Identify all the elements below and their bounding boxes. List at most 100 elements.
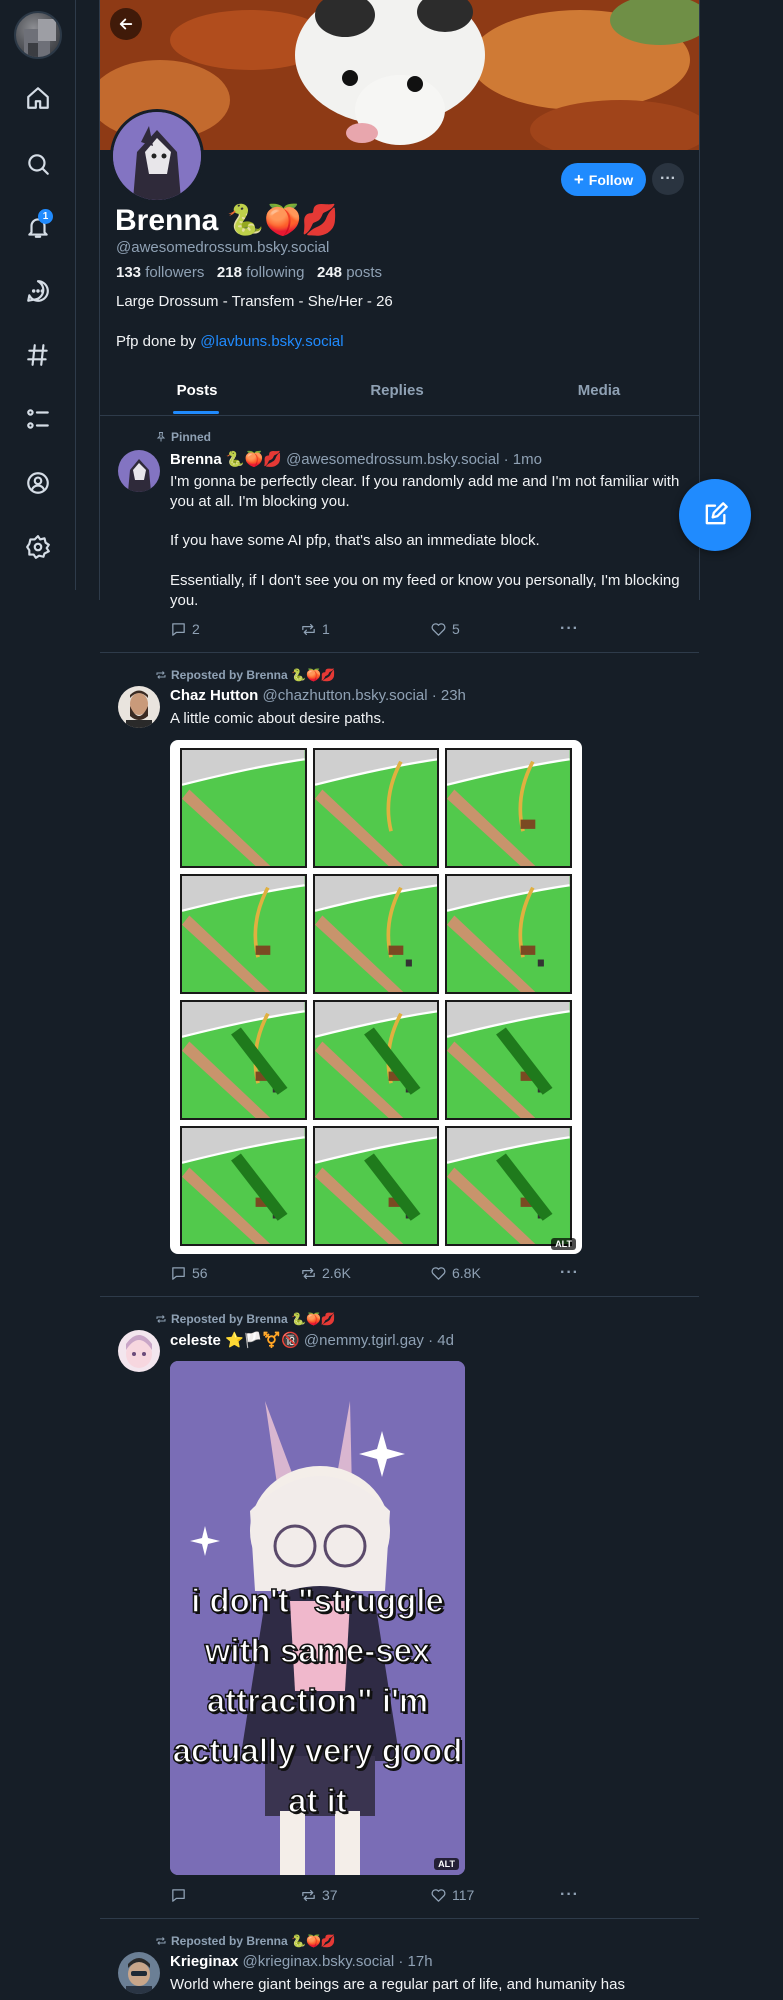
reply-button[interactable]: [170, 1886, 300, 1904]
compose-post-button[interactable]: [679, 479, 751, 551]
post-timestamp[interactable]: · 1mo: [504, 451, 542, 468]
nav-divider: [75, 0, 76, 590]
avatar-image: [118, 1952, 160, 1994]
post-more-button[interactable]: ···: [560, 1264, 600, 1282]
avatar-image: [118, 450, 160, 492]
post-more-button[interactable]: ···: [560, 620, 600, 638]
post-author-handle[interactable]: @awesomedrossum.bsky.social: [286, 451, 499, 468]
post-text: World where giant beings are a regular p…: [170, 1976, 625, 1993]
post-author-handle[interactable]: @chazhutton.bsky.social: [263, 687, 428, 704]
post-timestamp[interactable]: · 17h: [398, 1953, 432, 1970]
search-icon[interactable]: [22, 148, 54, 180]
followers-stat[interactable]: 133 followers: [116, 264, 204, 281]
post-author-name[interactable]: celeste ⭐🏳️⚧️🔞: [170, 1332, 300, 1349]
comic-panel: [445, 874, 572, 994]
post-timestamp[interactable]: · 4d: [428, 1332, 454, 1349]
post-author-handle[interactable]: @nemmy.tgirl.gay: [304, 1332, 424, 1349]
profile-handle: @awesomedrossum.bsky.social: [116, 239, 330, 256]
post-image-comic[interactable]: ALT: [170, 740, 582, 1254]
like-button[interactable]: 6.8K: [430, 1264, 560, 1282]
post-image-art[interactable]: i don't "struggle with same-sex attracti…: [170, 1361, 465, 1875]
pinned-label: Pinned: [155, 430, 211, 444]
post-header: Brenna 🐍🍑💋 @awesomedrossum.bsky.social ·…: [170, 450, 542, 468]
avatar-image: [24, 19, 56, 57]
like-button[interactable]: 5: [430, 620, 560, 638]
comic-panel: [312, 874, 440, 994]
comic-panel: [312, 1000, 440, 1120]
profile-bio-pfp-credit: Pfp done by @lavbuns.bsky.social: [116, 333, 344, 350]
post-actions: 2 1 5 ···: [170, 620, 600, 638]
comic-panel: [180, 874, 307, 994]
chat-icon[interactable]: [22, 275, 54, 307]
heart-icon: [431, 1888, 446, 1902]
repost-context[interactable]: Reposted by Brenna 🐍🍑💋: [155, 668, 336, 682]
profile-display-name: Brenna 🐍🍑💋: [115, 204, 339, 237]
comic-panel: [445, 1000, 572, 1120]
post-divider: [100, 1918, 699, 1919]
like-button[interactable]: 117: [430, 1886, 560, 1904]
art-caption-text: i don't "struggle with same-sex attracti…: [172, 1581, 463, 1820]
post-author-avatar[interactable]: [118, 1330, 160, 1372]
repost-button[interactable]: 37: [300, 1886, 430, 1904]
post-actions: 37 117 ···: [170, 1886, 600, 1904]
post-timestamp[interactable]: · 23h: [432, 687, 466, 704]
avatar-image: [118, 686, 160, 728]
pin-icon: [156, 432, 166, 442]
post-author-handle[interactable]: @krieginax.bsky.social: [243, 1953, 395, 1970]
avatar-image: [113, 112, 201, 200]
comic-panel: [312, 748, 440, 868]
post-text: A little comic about desire paths.: [170, 710, 386, 727]
comic-grid: [180, 748, 572, 1246]
ellipsis-icon: ···: [560, 1264, 579, 1281]
comic-panel: [312, 1126, 440, 1246]
back-button[interactable]: [110, 8, 142, 40]
post-author-avatar[interactable]: [118, 686, 160, 728]
post-text: If you have some AI pfp, that's also an …: [170, 532, 540, 549]
current-user-avatar[interactable]: [14, 11, 62, 59]
repost-context[interactable]: Reposted by Brenna 🐍🍑💋: [155, 1312, 336, 1326]
ellipsis-icon: ···: [560, 1886, 579, 1903]
repost-button[interactable]: 1: [300, 620, 430, 638]
profile-icon[interactable]: [22, 467, 54, 499]
post-header: celeste ⭐🏳️⚧️🔞 @nemmy.tgirl.gay · 4d: [170, 1331, 454, 1349]
notifications-bell-icon[interactable]: 1: [22, 209, 54, 243]
post-author-avatar[interactable]: [118, 1952, 160, 1994]
repost-context[interactable]: Reposted by Brenna 🐍🍑💋: [155, 1934, 336, 1948]
posts-stat: 248 posts: [317, 264, 383, 281]
heart-icon: [431, 622, 446, 636]
post-author-name[interactable]: Chaz Hutton: [170, 687, 258, 704]
post-author-avatar[interactable]: [118, 450, 160, 492]
tab-posts[interactable]: Posts: [97, 382, 297, 399]
reply-icon: [172, 1266, 185, 1280]
home-icon[interactable]: [22, 82, 54, 114]
post-more-button[interactable]: ···: [560, 1886, 600, 1904]
alt-text-badge[interactable]: ALT: [551, 1238, 576, 1250]
following-stat[interactable]: 218 following: [217, 264, 305, 281]
repost-button[interactable]: 2.6K: [300, 1264, 430, 1282]
reply-button[interactable]: 2: [170, 620, 300, 638]
settings-gear-icon[interactable]: [22, 531, 54, 563]
reply-button[interactable]: 56: [170, 1264, 300, 1282]
post-header: Krieginax @krieginax.bsky.social · 17h: [170, 1953, 433, 1970]
post-text: I'm gonna be perfectly clear. If you ran…: [170, 473, 680, 510]
follow-button[interactable]: + Follow: [561, 163, 646, 196]
tab-media[interactable]: Media: [499, 382, 699, 399]
bio-mention-link[interactable]: @lavbuns.bsky.social: [200, 333, 343, 350]
repost-icon: [156, 1315, 166, 1323]
post-author-name[interactable]: Krieginax: [170, 1953, 238, 1970]
post-actions: 56 2.6K 6.8K ···: [170, 1264, 600, 1282]
feeds-hash-icon[interactable]: [22, 339, 54, 371]
active-tab-indicator: [173, 411, 219, 414]
profile-avatar[interactable]: [110, 109, 204, 203]
lists-icon[interactable]: [22, 403, 54, 435]
alt-text-badge[interactable]: ALT: [434, 1858, 459, 1870]
comic-panel: [445, 748, 572, 868]
avatar-image: [118, 1330, 160, 1372]
post-author-name[interactable]: Brenna 🐍🍑💋: [170, 451, 282, 468]
heart-icon: [431, 1266, 446, 1280]
comic-panel: [445, 1126, 572, 1246]
comic-panel: [180, 1000, 307, 1120]
tab-replies[interactable]: Replies: [297, 382, 497, 399]
more-options-button[interactable]: ···: [652, 163, 684, 195]
comic-panel: [180, 748, 307, 868]
